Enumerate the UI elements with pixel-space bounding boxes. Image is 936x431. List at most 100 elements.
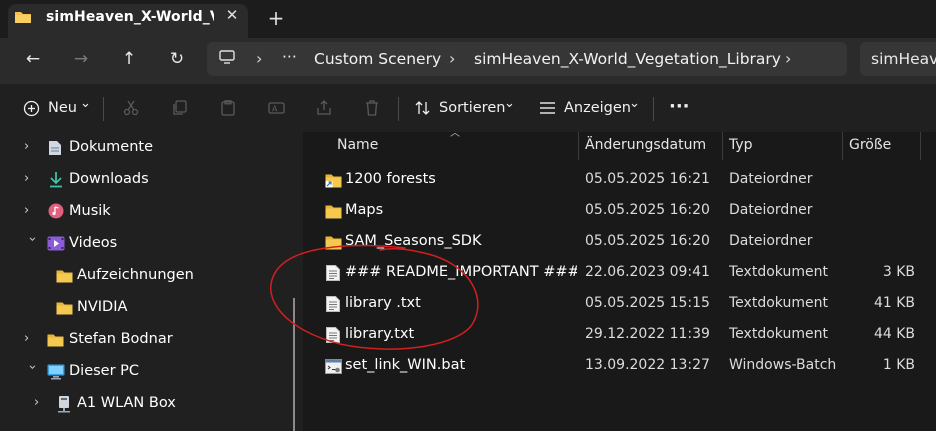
column-divider[interactable] [920,132,921,160]
new-button[interactable]: Neu [48,100,77,122]
column-divider[interactable] [842,132,843,160]
sidebar-item-label: Downloads [69,171,149,187]
sort-button[interactable]: Sortieren [439,100,505,122]
file-date: 05.05.2025 16:20 [585,202,710,218]
up-button[interactable]: ↑ [114,46,144,72]
share-icon[interactable] [316,100,332,116]
file-date: 05.05.2025 16:21 [585,171,710,187]
expand-chevron-icon[interactable]: › [24,139,36,154]
sidebar-item-label: Dokumente [69,139,154,155]
monitor-icon [219,50,235,64]
sidebar-item-label: Aufzeichnungen [77,267,194,283]
file-size: 44 KB [873,326,915,342]
file-row[interactable]: Maps 05.05.2025 16:20 Dateiordner [303,196,936,227]
column-divider[interactable] [722,132,723,160]
chevron-down-icon[interactable]: ⌄ [80,96,91,118]
sort-icon [415,101,430,115]
sidebar-item-label: Stefan Bodnar [69,331,173,347]
breadcrumb-current-folder[interactable]: simHeaven_X-World_Vegetation_Library [474,50,781,68]
view-icon [540,102,555,114]
folder-icon [15,12,31,23]
folder-icon [56,302,73,315]
file-date: 29.12.2022 11:39 [585,326,710,342]
chevron-down-icon[interactable]: ⌄ [504,96,515,118]
toolbar-separator [103,97,104,121]
tab-title: simHeaven_X-World_Vegetation_Library [46,9,214,25]
sidebar-item-dieser-pc[interactable]: › Dieser PC [0,357,300,387]
network-drive-icon [58,396,70,413]
breadcrumb-overflow[interactable]: ··· [282,48,297,66]
sort-ascending-icon: ︿ [450,128,460,139]
sidebar-item-a1-wlan-box[interactable]: › A1 WLAN Box [0,389,300,419]
copy-icon[interactable] [172,100,188,116]
collapse-chevron-icon[interactable]: › [25,237,40,249]
file-type: Textdokument [729,264,828,280]
file-type: Dateiordner [729,202,813,218]
column-header-size[interactable]: Größe [849,137,891,153]
cut-icon[interactable] [123,100,139,116]
file-name: Maps [345,202,384,218]
toolbar-separator [653,97,654,121]
paste-icon[interactable] [220,100,236,116]
svg-text:A: A [272,105,278,114]
folder-icon [56,270,73,283]
file-type: Windows-Batchdatei [729,357,837,373]
forward-button[interactable]: → [66,46,96,72]
pc-icon [47,364,65,380]
red-annotation-circle [270,244,479,350]
rename-icon[interactable]: A [268,100,285,116]
file-row[interactable]: 1200 forests 05.05.2025 16:21 Dateiordne… [303,165,936,196]
sidebar-item-label: Dieser PC [69,363,140,379]
column-header-type[interactable]: Typ [729,137,753,153]
tab-close-button[interactable]: ✕ [221,4,243,26]
breadcrumb-chevron[interactable]: › [449,49,455,68]
toolbar-separator [398,97,399,121]
delete-icon[interactable] [364,100,380,116]
new-tab-button[interactable]: + [264,6,288,30]
sidebar-item-musik[interactable]: › Musik [0,197,300,227]
file-type: Dateiordner [729,233,813,249]
download-icon [50,172,62,188]
breadcrumb-custom-scenery[interactable]: Custom Scenery [314,50,441,68]
music-icon [48,203,64,219]
file-size: 3 KB [882,264,915,280]
plus-circle-icon [23,100,40,117]
breadcrumb-chevron[interactable]: › [256,49,262,68]
document-icon [49,141,61,155]
sidebar-item-downloads[interactable]: › Downloads [0,165,300,195]
file-date: 22.06.2023 09:41 [585,264,710,280]
column-header-date[interactable]: Änderungsdatum [585,137,706,153]
view-button[interactable]: Anzeigen [564,100,631,122]
expand-chevron-icon[interactable]: › [24,171,36,186]
file-name: set_link_WIN.bat [345,357,466,373]
folder-icon [325,205,342,219]
file-date: 05.05.2025 16:20 [585,233,710,249]
file-name: 1200 forests [345,171,436,187]
folder-link-icon [325,174,342,188]
sidebar-item-label: Videos [69,235,118,251]
file-type: Dateiordner [729,171,813,187]
refresh-button[interactable]: ↻ [162,46,192,72]
chevron-down-icon[interactable]: ⌄ [629,96,640,118]
expand-chevron-icon[interactable]: › [34,395,46,410]
sidebar-item-label: Musik [69,203,111,219]
more-options-button[interactable]: ··· [669,96,690,118]
folder-icon [47,334,64,347]
expand-chevron-icon[interactable]: › [24,331,36,346]
expand-chevron-icon[interactable]: › [24,203,36,218]
back-button[interactable]: ← [18,46,48,72]
video-icon [47,236,65,251]
file-size: 1 KB [882,357,915,373]
collapse-chevron-icon[interactable]: › [25,365,40,377]
sidebar-item-label: NVIDIA [77,299,128,315]
sidebar-item-dokumente[interactable]: › Dokumente [0,133,300,163]
file-type: Textdokument [729,326,828,342]
column-divider[interactable] [578,132,579,160]
file-date: 05.05.2025 15:15 [585,295,710,311]
batch-file-icon [325,359,342,374]
search-input[interactable]: simHeave [871,50,936,68]
file-date: 13.09.2022 13:27 [585,357,710,373]
breadcrumb-chevron[interactable]: › [785,49,791,68]
sidebar-item-label: A1 WLAN Box [77,395,176,411]
column-header-name[interactable]: Name [337,137,378,153]
